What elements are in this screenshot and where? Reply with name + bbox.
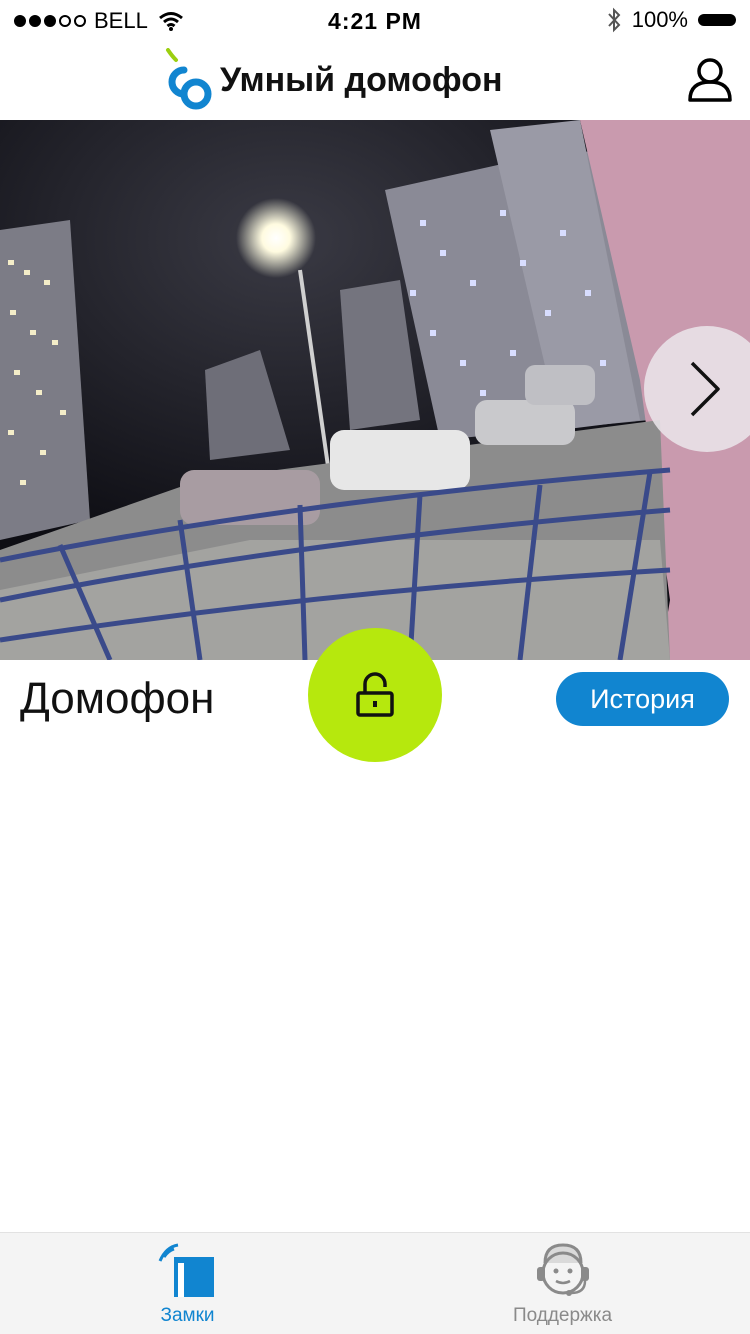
logo-icon: [166, 48, 212, 110]
battery-percent: 100%: [631, 7, 688, 32]
status-bar: BELL 4:21 PM 100%: [0, 0, 750, 40]
app-title: Умный домофон: [220, 60, 503, 99]
unlock-icon: [356, 672, 394, 717]
tab-support[interactable]: Поддержка: [375, 1233, 750, 1334]
tab-bar: Замки Поддержка: [0, 1232, 750, 1334]
profile-button[interactable]: [686, 56, 734, 104]
unlock-button[interactable]: [308, 628, 442, 762]
door-title: Домофон: [20, 674, 215, 723]
door-lock-icon: [158, 1243, 214, 1297]
history-button[interactable]: История: [556, 672, 729, 726]
app-header: Умный домофон: [0, 40, 750, 120]
camera-feed[interactable]: [0, 120, 750, 660]
brand: Умный домофон: [158, 48, 503, 112]
tab-support-label: Поддержка: [512, 1305, 613, 1326]
user-icon: [688, 58, 732, 102]
battery-icon: [698, 14, 736, 26]
tab-locks-label: Замки: [160, 1305, 215, 1326]
bluetooth-icon: [607, 7, 621, 33]
chevron-right-icon: [690, 361, 720, 417]
support-agent-icon: [536, 1243, 589, 1296]
tab-locks[interactable]: Замки: [0, 1233, 375, 1334]
camera-image: [0, 120, 750, 660]
